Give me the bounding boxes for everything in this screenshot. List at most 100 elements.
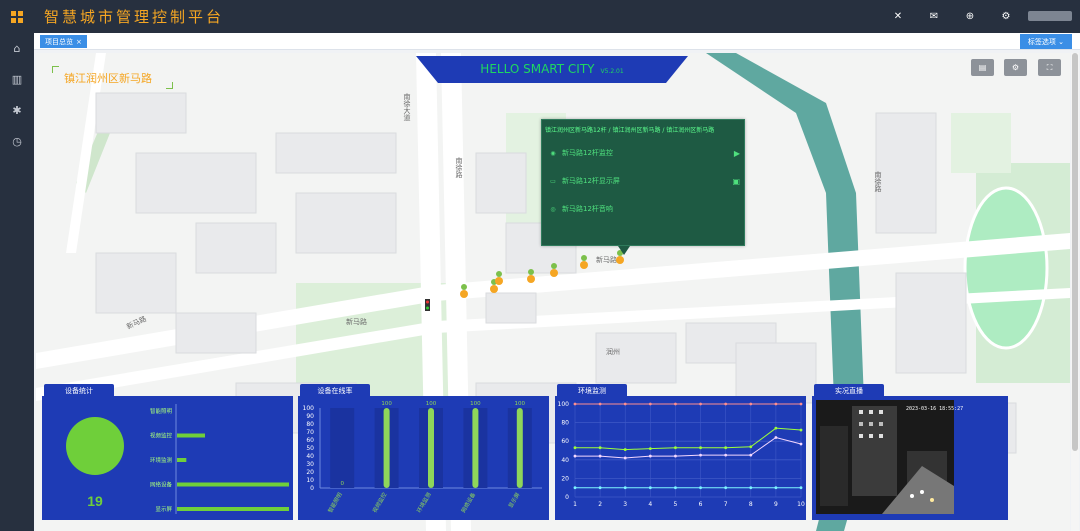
mail-icon[interactable]: ✉ xyxy=(916,0,952,33)
environment-panel: 0 20 40 60 80 100 1 2 3 4 5 6 7 8 9 10 xyxy=(555,396,806,520)
y-tick-label: 80 xyxy=(306,421,314,428)
play-icon[interactable]: ▶ xyxy=(734,149,740,158)
grid-icon xyxy=(11,10,23,23)
x-tick-label: 8 xyxy=(749,501,753,508)
series-point xyxy=(699,453,702,457)
gear-icon[interactable]: ⚙ xyxy=(988,0,1024,33)
tab-options-button[interactable]: 标签选项 ⌄ xyxy=(1019,34,1072,49)
y-tick-label: 30 xyxy=(306,461,314,468)
home-icon[interactable]: ⌂ xyxy=(0,33,34,64)
popup-row-camera[interactable]: ◉ 新马路12杆监控 ▶ xyxy=(542,145,744,161)
fullscreen-button[interactable]: ⛶ xyxy=(1038,59,1061,76)
live-panel: 2023-03-16 18:55:27 xyxy=(812,396,1008,520)
popup-row-screen[interactable]: ▭ 新马路12杆显示屏 ▣ xyxy=(542,173,744,189)
bar xyxy=(177,458,187,462)
tab-overview[interactable]: 项目总览 × xyxy=(40,35,87,48)
x-tick-label: 9 xyxy=(774,501,778,508)
series-point xyxy=(799,402,803,406)
lamp-marker[interactable] xyxy=(527,269,535,283)
video-timestamp: 2023-03-16 18:55:27 xyxy=(906,406,963,412)
series-point xyxy=(598,454,602,458)
series-point xyxy=(573,446,577,450)
screen-icon: ▭ xyxy=(550,177,556,185)
bug-icon[interactable]: ✱ xyxy=(0,95,34,126)
lamp-marker[interactable] xyxy=(460,284,468,298)
x-tick-label: 7 xyxy=(724,501,728,508)
clock-icon[interactable]: ◷ xyxy=(0,126,34,157)
device-stats-chart: 19 智能照明视频监控环境监测网络设备显示屏 xyxy=(66,404,289,514)
y-tick-label: 20 xyxy=(561,475,569,482)
scrollbar[interactable] xyxy=(1071,53,1079,531)
globe-icon[interactable]: ⊕ xyxy=(952,0,988,33)
layers-icon: ▤ xyxy=(978,63,987,72)
settings-icon: ⚙ xyxy=(1011,63,1020,72)
series-point xyxy=(724,486,728,490)
layers-button[interactable]: ▤ xyxy=(971,59,994,76)
total-count: 19 xyxy=(87,493,103,509)
series-point xyxy=(598,446,602,450)
collapse-icon[interactable]: ✕ xyxy=(880,0,916,33)
series-point xyxy=(774,426,778,430)
y-tick-label: 70 xyxy=(306,429,314,436)
y-tick-label: 50 xyxy=(306,445,314,452)
y-tick-label: 40 xyxy=(306,453,314,460)
x-tick-label: 1 xyxy=(573,501,577,508)
series-point xyxy=(648,447,652,451)
fullscreen-icon: ⛶ xyxy=(1046,62,1053,72)
data-label: 100 xyxy=(381,401,392,407)
scrollbar-thumb[interactable] xyxy=(1072,53,1078,451)
series-point xyxy=(724,446,728,450)
app-menu-button[interactable] xyxy=(0,0,34,33)
corner-decoration xyxy=(166,82,173,89)
series-point xyxy=(699,446,702,450)
x-tick-label: 3 xyxy=(623,501,627,508)
x-tick-label: 4 xyxy=(648,501,652,508)
building-icon[interactable]: ▥ xyxy=(0,64,34,95)
series-point xyxy=(573,486,577,490)
series-point xyxy=(623,448,627,451)
environment-chart: 0 20 40 60 80 100 1 2 3 4 5 6 7 8 9 10 xyxy=(558,401,805,508)
lamp-marker[interactable] xyxy=(550,263,558,277)
category-label: 视频监控 xyxy=(150,432,173,440)
x-tick-label: 显示屏 xyxy=(507,491,522,509)
series-line xyxy=(575,427,802,451)
series-point xyxy=(749,486,753,490)
banner-version: V5.2.01 xyxy=(600,68,624,75)
y-tick-label: 40 xyxy=(561,457,569,464)
user-avatar[interactable] xyxy=(1028,11,1072,21)
series-point xyxy=(674,446,677,450)
category-label: 智能照明 xyxy=(150,407,173,415)
category-label: 网络设备 xyxy=(150,481,173,489)
series-point xyxy=(674,402,677,406)
bar xyxy=(383,408,390,488)
device-popup: 镇江润州区新马路12杆 / 镇江润州区新马路 / 镇江润州区新马路 ◉ 新马路1… xyxy=(541,119,745,246)
lamp-marker[interactable] xyxy=(495,271,503,285)
app-title: 智慧城市管理控制平台 xyxy=(44,8,225,26)
bar xyxy=(177,507,289,511)
bar xyxy=(177,433,205,438)
location-title: 镇江润州区新马路 xyxy=(64,72,152,85)
series-point xyxy=(598,486,602,490)
bar xyxy=(516,408,523,488)
series-point xyxy=(724,453,728,457)
settings-button[interactable]: ⚙ xyxy=(1004,59,1027,76)
y-tick-label: 90 xyxy=(306,413,314,420)
series-point xyxy=(799,442,803,446)
live-video-feed[interactable]: 2023-03-16 18:55:27 xyxy=(812,396,1008,520)
close-icon[interactable]: × xyxy=(76,38,82,46)
traffic-light-marker[interactable] xyxy=(425,299,430,311)
banner-title: HELLO SMART CITY V5.2.01 xyxy=(416,62,688,76)
display-icon[interactable]: ▣ xyxy=(732,177,740,186)
series-point xyxy=(623,402,627,406)
x-tick-label: 2 xyxy=(598,501,602,508)
popup-row-speaker[interactable]: ◎ 新马路12杆音响 xyxy=(542,201,744,217)
online-rate-panel: 0 10 20 30 40 50 60 70 80 90 100 0 智能照明 100 视频监控 100 环境监… xyxy=(298,396,549,520)
x-tick-label: 6 xyxy=(699,501,703,508)
series-point xyxy=(749,402,753,406)
x-tick-label: 视频监控 xyxy=(370,491,388,514)
series-point xyxy=(699,486,702,490)
lamp-marker[interactable] xyxy=(580,255,588,269)
category-label: 显示屏 xyxy=(155,506,172,513)
device-stats-panel: 19 智能照明 视频监控 环境监测 网络设备 显示屏 xyxy=(42,396,293,520)
y-tick-label: 60 xyxy=(561,438,569,445)
